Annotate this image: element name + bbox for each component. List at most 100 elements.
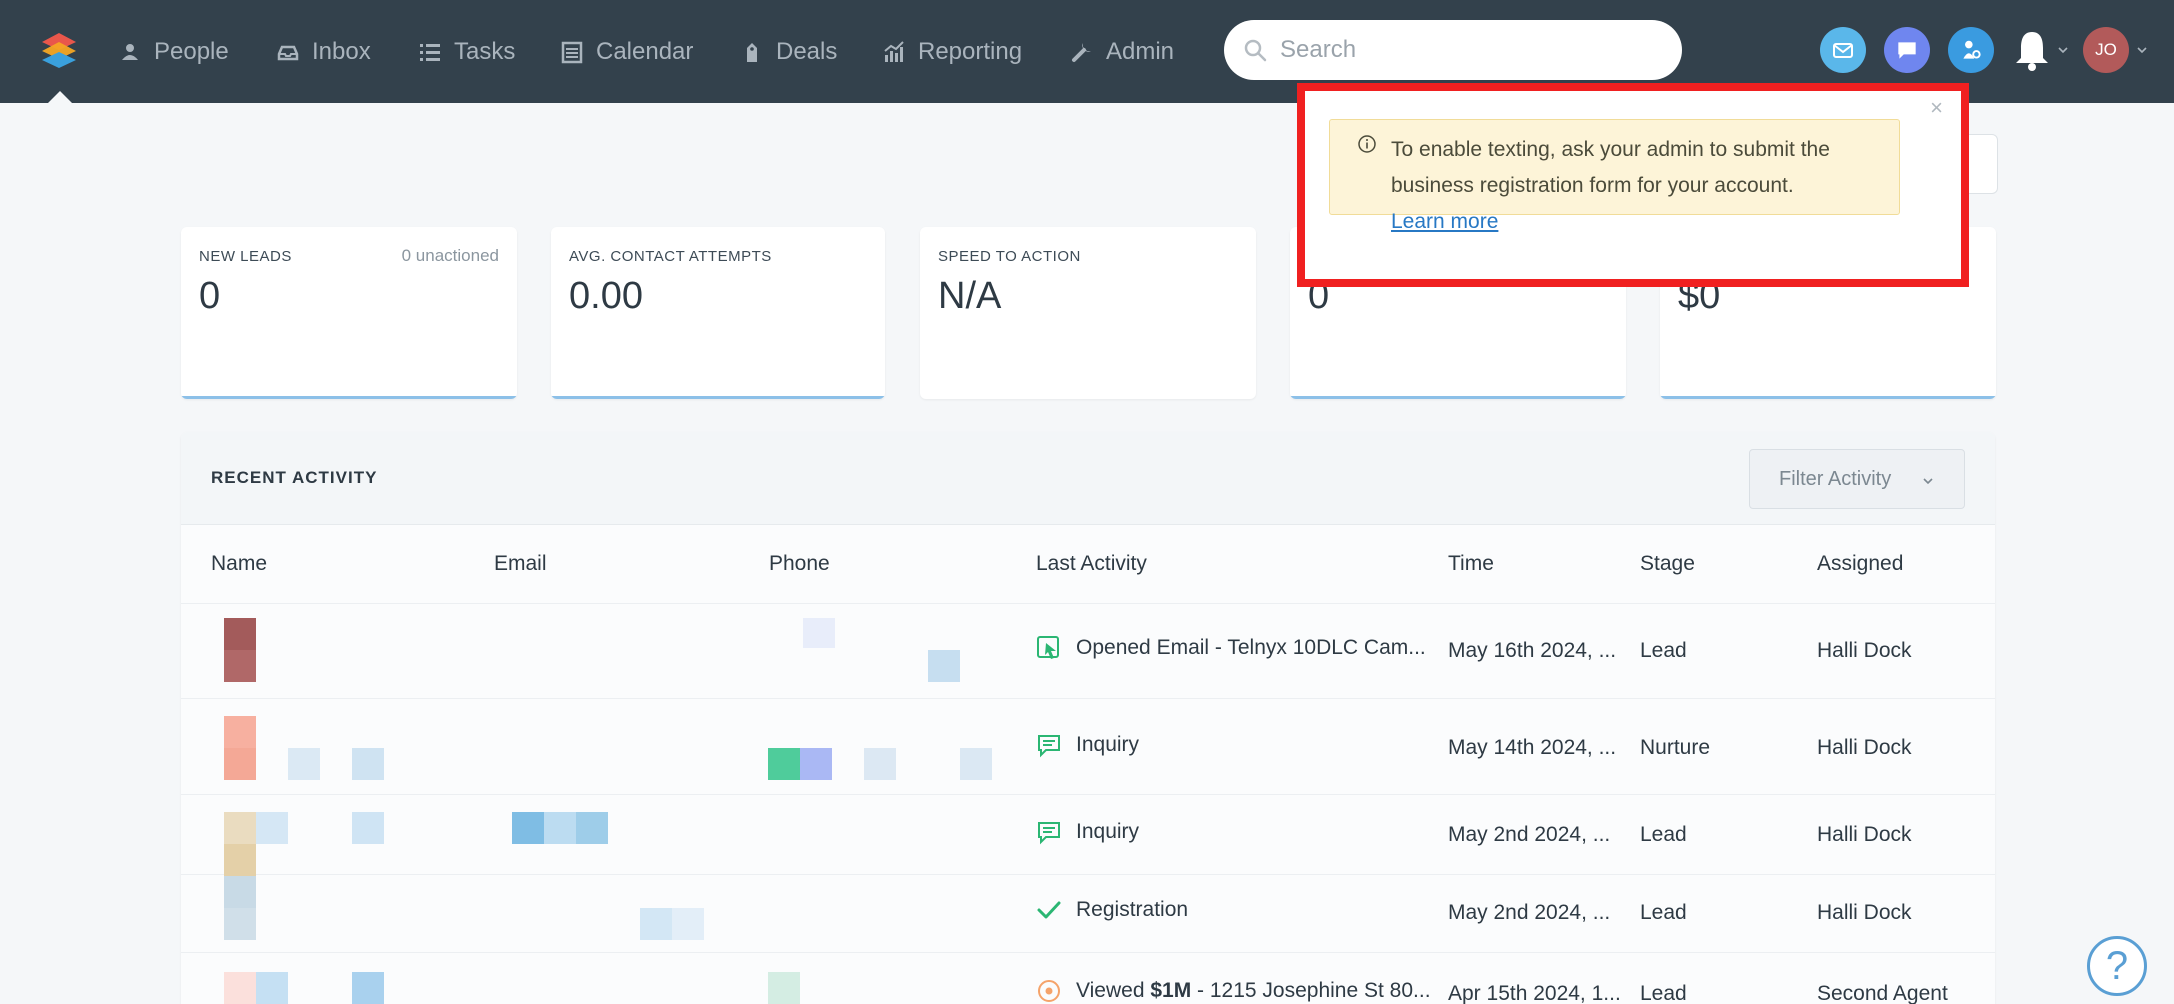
app-logo-icon[interactable]: [38, 30, 80, 72]
column-header-last-activity[interactable]: Last Activity: [1036, 552, 1147, 576]
nav-people[interactable]: People: [118, 32, 229, 72]
redacted-name: [352, 972, 384, 1004]
stat-sublabel[interactable]: 0 unactioned: [402, 246, 499, 266]
stage-cell: Lead: [1640, 639, 1687, 662]
stage-cell: Nurture: [1640, 736, 1711, 759]
notice-text: To enable texting, ask your admin to sub…: [1391, 132, 1891, 240]
activity-cell[interactable]: Viewed $1M - 1215 Josephine St 80...: [1036, 978, 1431, 1004]
close-icon[interactable]: ×: [1930, 97, 1943, 119]
assigned-cell: Second Agent: [1817, 982, 1948, 1004]
redacted-phone: [960, 748, 992, 780]
row-divider: [181, 794, 1995, 795]
nav-calendar[interactable]: Calendar: [560, 32, 693, 72]
redacted-phone: [864, 748, 896, 780]
redacted-name: [224, 972, 256, 1004]
redacted-email: [672, 908, 704, 940]
nav-admin[interactable]: Admin: [1070, 32, 1174, 72]
redacted-phone: [928, 650, 960, 682]
column-header-time[interactable]: Time: [1448, 552, 1494, 576]
nav-label: Admin: [1106, 38, 1175, 65]
nav-tasks[interactable]: Tasks: [418, 32, 515, 72]
redacted-name: [224, 876, 256, 908]
redacted-phone: [768, 748, 800, 780]
notice-box: To enable texting, ask your admin to sub…: [1329, 119, 1900, 233]
assigned-cell: Halli Dock: [1817, 901, 1912, 924]
redacted-name: [224, 618, 256, 650]
redacted-email: [544, 812, 576, 844]
active-nav-caret: [48, 91, 72, 103]
stat-label: AVG. CONTACT ATTEMPTS: [569, 248, 772, 265]
call-quick-button[interactable]: [1948, 27, 1994, 73]
stat-card-speed: SPEED TO ACTION N/A: [920, 227, 1256, 399]
assigned-cell: Halli Dock: [1817, 639, 1912, 662]
activity-cell[interactable]: Registration: [1036, 897, 1188, 923]
email-quick-button[interactable]: [1820, 27, 1866, 73]
time-cell: May 2nd 2024, ...: [1448, 823, 1611, 846]
redacted-name: [288, 748, 320, 780]
deals-icon: [747, 43, 757, 62]
activity-cell[interactable]: Inquiry: [1036, 819, 1139, 845]
nav-label: Inbox: [312, 38, 371, 65]
redacted-email: [640, 908, 672, 940]
nav-inbox[interactable]: Inbox: [276, 32, 371, 72]
activity-cell[interactable]: Opened Email - Telnyx 10DLC Cam...: [1036, 635, 1426, 661]
activity-text: Inquiry: [1076, 733, 1140, 756]
redacted-name: [224, 812, 256, 844]
redacted-name: [256, 812, 288, 844]
stage-cell: Lead: [1640, 901, 1687, 924]
time-cell: May 16th 2024, ...: [1448, 639, 1617, 662]
nav-reporting[interactable]: Reporting: [882, 32, 1022, 72]
info-icon: [1358, 135, 1376, 153]
chevron-down-icon: [1923, 478, 1933, 485]
search-icon: [1244, 39, 1267, 62]
tasks-icon: [420, 44, 440, 61]
chevron-down-icon[interactable]: [2136, 45, 2148, 55]
message-icon: [1038, 822, 1060, 845]
column-header-name[interactable]: Name: [211, 552, 267, 576]
nav-label: Reporting: [918, 38, 1023, 65]
stat-label: NEW LEADS: [199, 248, 292, 265]
avatar[interactable]: JO: [2083, 27, 2129, 73]
row-divider: [181, 874, 1995, 875]
chevron-down-icon[interactable]: [2057, 45, 2069, 55]
redacted-name: [224, 908, 256, 940]
stat-value: 0: [199, 275, 221, 317]
people-icon: [122, 44, 138, 60]
bell-icon[interactable]: [2012, 28, 2052, 72]
stat-value: 0.00: [569, 275, 643, 317]
text-quick-button[interactable]: [1884, 27, 1930, 73]
envelope-icon: [1833, 43, 1853, 58]
activity-text: Inquiry: [1076, 820, 1140, 843]
column-header-phone[interactable]: Phone: [769, 552, 830, 576]
learn-more-link[interactable]: Learn more: [1391, 210, 1498, 233]
search-bar[interactable]: [1224, 20, 1682, 80]
nav-label: Deals: [776, 38, 838, 65]
stat-value: N/A: [938, 275, 1002, 317]
redacted-email: [512, 812, 544, 844]
assigned-cell: Halli Dock: [1817, 823, 1912, 846]
redacted-phone: [768, 972, 800, 1004]
stage-cell: Lead: [1640, 982, 1687, 1004]
inbox-icon: [277, 45, 299, 61]
redacted-name: [224, 716, 256, 748]
stat-card-new-leads: NEW LEADS 0 unactioned 0: [181, 227, 517, 399]
nav-deals[interactable]: Deals: [740, 32, 837, 72]
column-header-assigned[interactable]: Assigned: [1817, 552, 1903, 576]
eye-icon: [1038, 980, 1060, 1002]
redacted-name: [224, 650, 256, 682]
check-icon: [1037, 901, 1061, 919]
redacted-email: [576, 812, 608, 844]
help-button[interactable]: ?: [2087, 936, 2147, 996]
activity-prefix: Viewed: [1076, 979, 1151, 1002]
column-header-email[interactable]: Email: [494, 552, 547, 576]
search-input[interactable]: [1280, 36, 1640, 64]
activity-suffix: - 1215 Josephine St 80...: [1191, 979, 1431, 1002]
column-header-stage[interactable]: Stage: [1640, 552, 1695, 576]
activity-text: Registration: [1076, 898, 1189, 921]
filter-activity-button[interactable]: Filter Activity: [1749, 449, 1965, 509]
redacted-name: [224, 748, 256, 780]
activity-cell[interactable]: Inquiry: [1036, 732, 1139, 758]
redacted-phone: [800, 748, 832, 780]
row-divider: [181, 603, 1995, 604]
chat-bubble-icon: [1898, 42, 1916, 59]
